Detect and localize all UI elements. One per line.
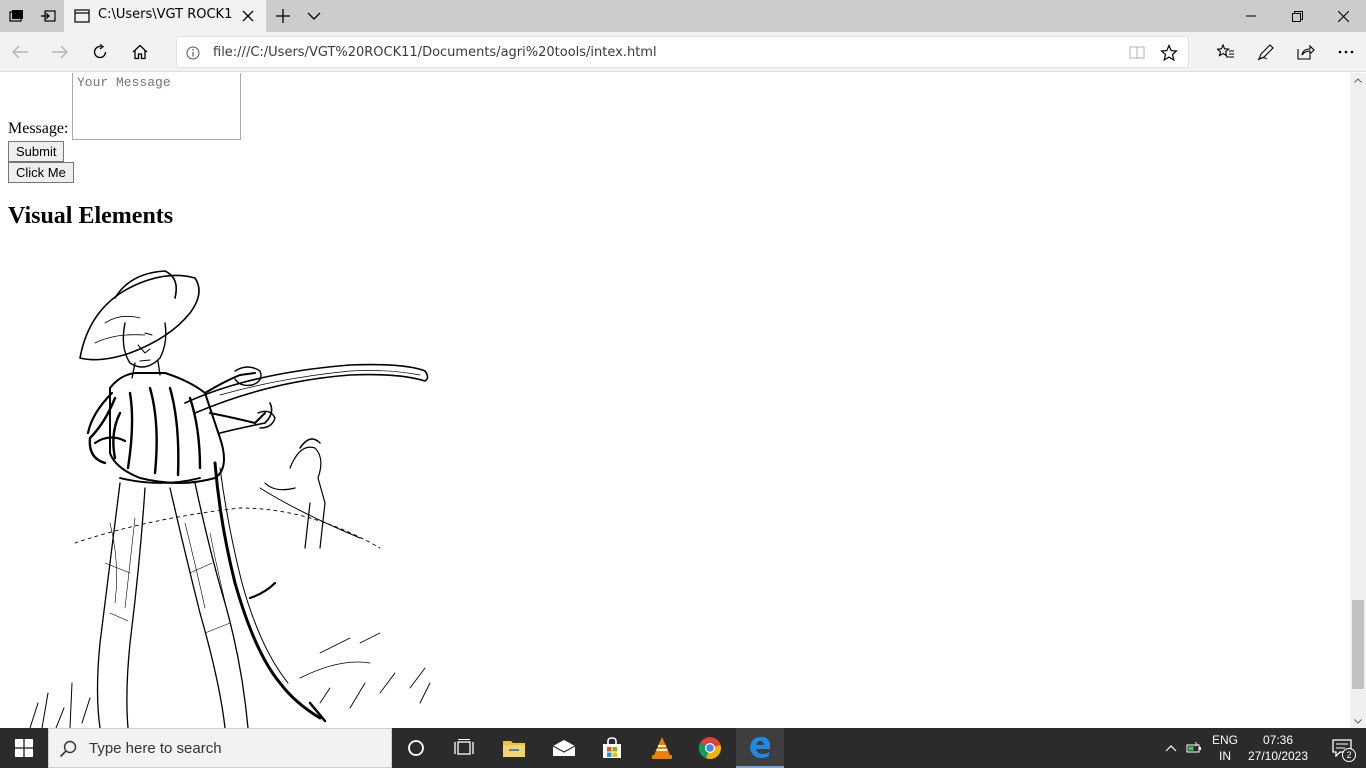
share-icon[interactable] [1286,32,1326,72]
clock-date: 27/10/2023 [1247,749,1309,763]
add-notes-pen-icon[interactable] [1246,32,1286,72]
message-textarea[interactable] [72,73,241,140]
address-bar[interactable]: file:///C:/Users/VGT%20ROCK11/Documents/… [176,36,1189,68]
page-viewport: Message: Submit Click Me Visual Elements [0,73,1350,728]
set-tabs-aside-icon[interactable] [32,0,64,32]
cortana-icon[interactable] [392,728,440,768]
file-explorer-icon[interactable] [490,728,538,768]
browser-title-bar: C:\Users\VGT ROCK11\D [0,0,1366,32]
microsoft-edge-icon[interactable] [736,728,784,768]
scroll-down-icon[interactable] [1350,714,1366,728]
search-icon [59,740,77,758]
click-me-button[interactable]: Click Me [8,162,74,183]
farmer-with-scythe-image [29,270,431,728]
system-clock[interactable]: 07:36 27/10/2023 [1244,732,1312,764]
reading-view-icon[interactable] [1121,37,1153,69]
page-icon [74,8,90,24]
forward-icon[interactable] [40,32,80,72]
tab-title: C:\Users\VGT ROCK11\D [98,7,233,22]
submit-button[interactable]: Submit [8,141,65,162]
taskbar-search-box[interactable]: Type here to search [48,728,392,768]
battery-network-icon[interactable] [1184,728,1206,768]
message-label: Message: [8,120,69,137]
close-window-icon[interactable] [1320,0,1366,32]
favorite-star-icon[interactable] [1153,37,1185,69]
refresh-icon[interactable] [80,32,120,72]
vertical-scrollbar[interactable] [1350,73,1366,728]
windows-taskbar: Type here to search ENG IN 07:36 27/10/2… [0,728,1366,768]
vlc-media-player-icon[interactable] [638,728,686,768]
new-tab-icon[interactable] [266,0,300,32]
clock-time: 07:36 [1262,733,1294,747]
windows-start-icon[interactable] [0,728,48,768]
action-center-icon[interactable]: 2 [1318,728,1366,768]
site-info-icon[interactable] [185,45,201,61]
more-options-icon[interactable] [1326,32,1366,72]
browser-toolbar: file:///C:/Users/VGT%20ROCK11/Documents/… [0,32,1366,72]
restore-icon[interactable] [1274,0,1320,32]
back-icon[interactable] [0,32,40,72]
active-tab[interactable]: C:\Users\VGT ROCK11\D [64,0,266,32]
tab-actions-icon[interactable] [0,0,32,32]
google-chrome-icon[interactable] [686,728,734,768]
address-url[interactable]: file:///C:/Users/VGT%20ROCK11/Documents/… [213,45,657,60]
show-hidden-icons-chevron-icon[interactable] [1160,728,1182,768]
scroll-up-icon[interactable] [1350,73,1366,87]
visual-elements-heading: Visual Elements [8,203,174,229]
language-code: ENG [1211,733,1238,747]
input-language-indicator[interactable]: ENG IN [1208,732,1242,764]
favorites-hub-icon[interactable] [1206,32,1246,72]
minimize-icon[interactable] [1228,0,1274,32]
microsoft-store-icon[interactable] [588,728,636,768]
home-icon[interactable] [120,32,160,72]
search-placeholder: Type here to search [89,740,222,757]
notification-count-badge: 2 [1342,748,1356,762]
scrollbar-thumb[interactable] [1352,600,1364,689]
language-region: IN [1219,749,1231,763]
mail-icon[interactable] [540,728,588,768]
task-view-icon[interactable] [440,728,488,768]
close-tab-icon[interactable] [238,6,258,26]
tab-preview-chevron-icon[interactable] [298,0,330,32]
